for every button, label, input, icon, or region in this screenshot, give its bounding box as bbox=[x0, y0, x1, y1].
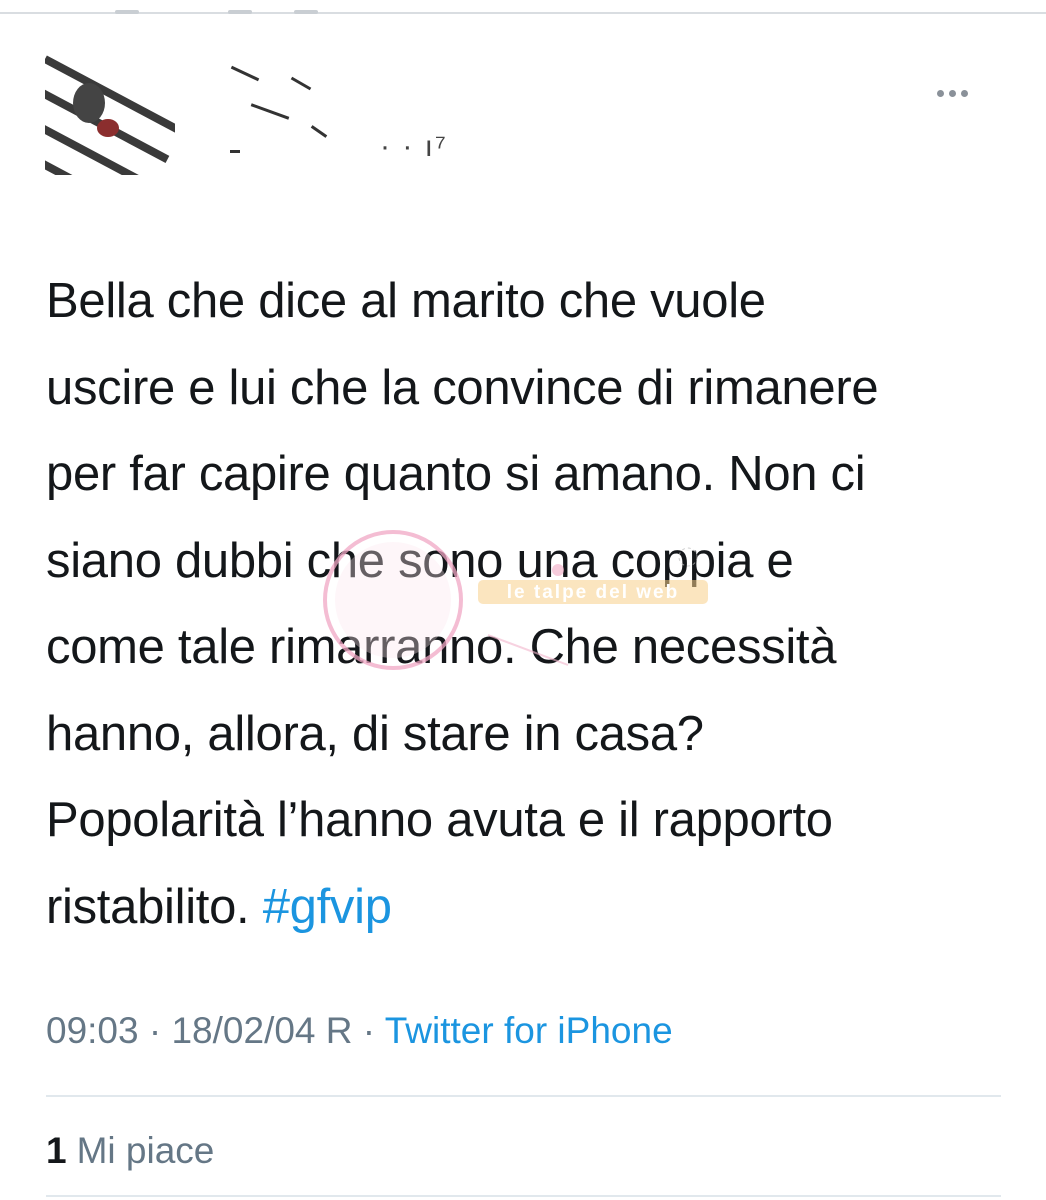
divider bbox=[46, 1195, 1001, 1197]
top-separator bbox=[0, 12, 1046, 14]
avatar[interactable] bbox=[45, 45, 175, 175]
meta-separator: · bbox=[352, 1010, 385, 1051]
tweet-body: Bella che dice al marito che vuole uscir… bbox=[46, 258, 1011, 950]
tweet-line: per far capire quanto si amano. Non ci bbox=[46, 447, 866, 501]
tweet-line: uscire e lui che la convince di rimanere bbox=[46, 360, 879, 415]
more-options-icon[interactable] bbox=[937, 90, 968, 97]
separator-dash bbox=[228, 10, 252, 14]
tweet-line: Bella che dice al marito che vuole bbox=[46, 274, 766, 328]
separator-dash bbox=[115, 10, 139, 14]
likes-stat[interactable]: 1 Mi piace bbox=[46, 1130, 214, 1172]
separator-dash bbox=[294, 10, 318, 14]
like-count: 1 bbox=[46, 1130, 67, 1171]
tweet-header: · · ı⁷ bbox=[0, 30, 1046, 200]
tweet-time: 09:03 bbox=[46, 1010, 139, 1051]
tweet-line: Popolarità l’hanno avuta e il rapporto bbox=[46, 793, 833, 847]
meta-separator: · bbox=[138, 1010, 172, 1051]
like-label: Mi piace bbox=[76, 1130, 215, 1171]
tweet-line: siano dubbi che sono una coppia e bbox=[46, 533, 794, 588]
tweet-source-link[interactable]: Twitter for iPhone bbox=[385, 1010, 673, 1051]
tweet-line: hanno, allora, di stare in casa? bbox=[46, 706, 704, 761]
tweet-line: come tale rimarranno. Che necessità bbox=[46, 620, 837, 674]
divider bbox=[46, 1095, 1001, 1097]
redacted-handle: · · ı⁷ bbox=[380, 130, 448, 163]
tweet-line: ristabilito. #gfvip bbox=[46, 864, 1011, 951]
hashtag-link[interactable]: #gfvip bbox=[263, 880, 392, 934]
tweet-line-text: ristabilito. bbox=[46, 879, 250, 934]
tweet-meta: 09:03 · 18/02/04 R · Twitter for iPhone bbox=[46, 1010, 673, 1052]
tweet-date: 18/02/04 R bbox=[171, 1010, 353, 1051]
